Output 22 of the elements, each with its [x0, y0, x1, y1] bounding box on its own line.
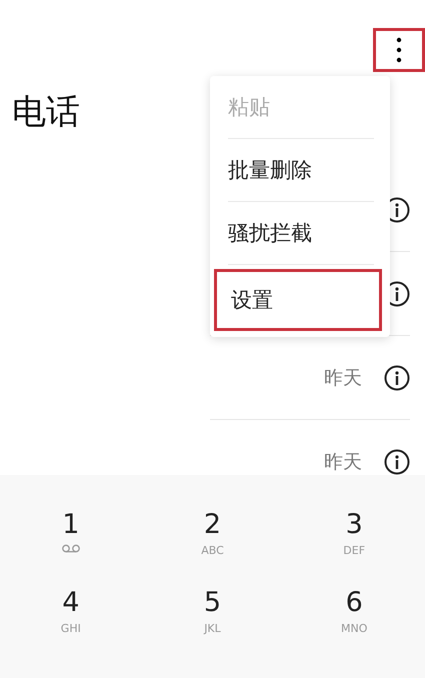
key-letters: JKL	[204, 622, 221, 635]
menu-item[interactable]: 批量删除	[228, 139, 374, 202]
key-digit[interactable]: 5	[204, 588, 222, 618]
call-date: 昨天	[324, 366, 362, 390]
more-button[interactable]	[373, 28, 425, 72]
menu-item[interactable]: 骚扰拦截	[228, 202, 374, 265]
call-date: 昨天	[324, 450, 362, 474]
info-icon[interactable]	[384, 364, 410, 390]
page-title: 电话	[12, 91, 80, 134]
key-letters: ABC	[201, 544, 224, 557]
key-digit[interactable]: 2	[204, 510, 222, 540]
key-digit[interactable]: 4	[62, 588, 80, 618]
info-icon[interactable]	[384, 448, 410, 474]
key-letters: GHI	[60, 622, 81, 635]
key-digit[interactable]: 6	[346, 588, 363, 618]
voicemail-icon	[62, 544, 80, 553]
menu-item[interactable]: 设置	[214, 269, 382, 331]
more-icon	[396, 37, 402, 63]
key-letters: MNO	[340, 622, 368, 635]
key-digit[interactable]: 3	[346, 510, 363, 540]
key-letters: DEF	[343, 544, 366, 557]
key-digit[interactable]: 1	[62, 510, 80, 540]
